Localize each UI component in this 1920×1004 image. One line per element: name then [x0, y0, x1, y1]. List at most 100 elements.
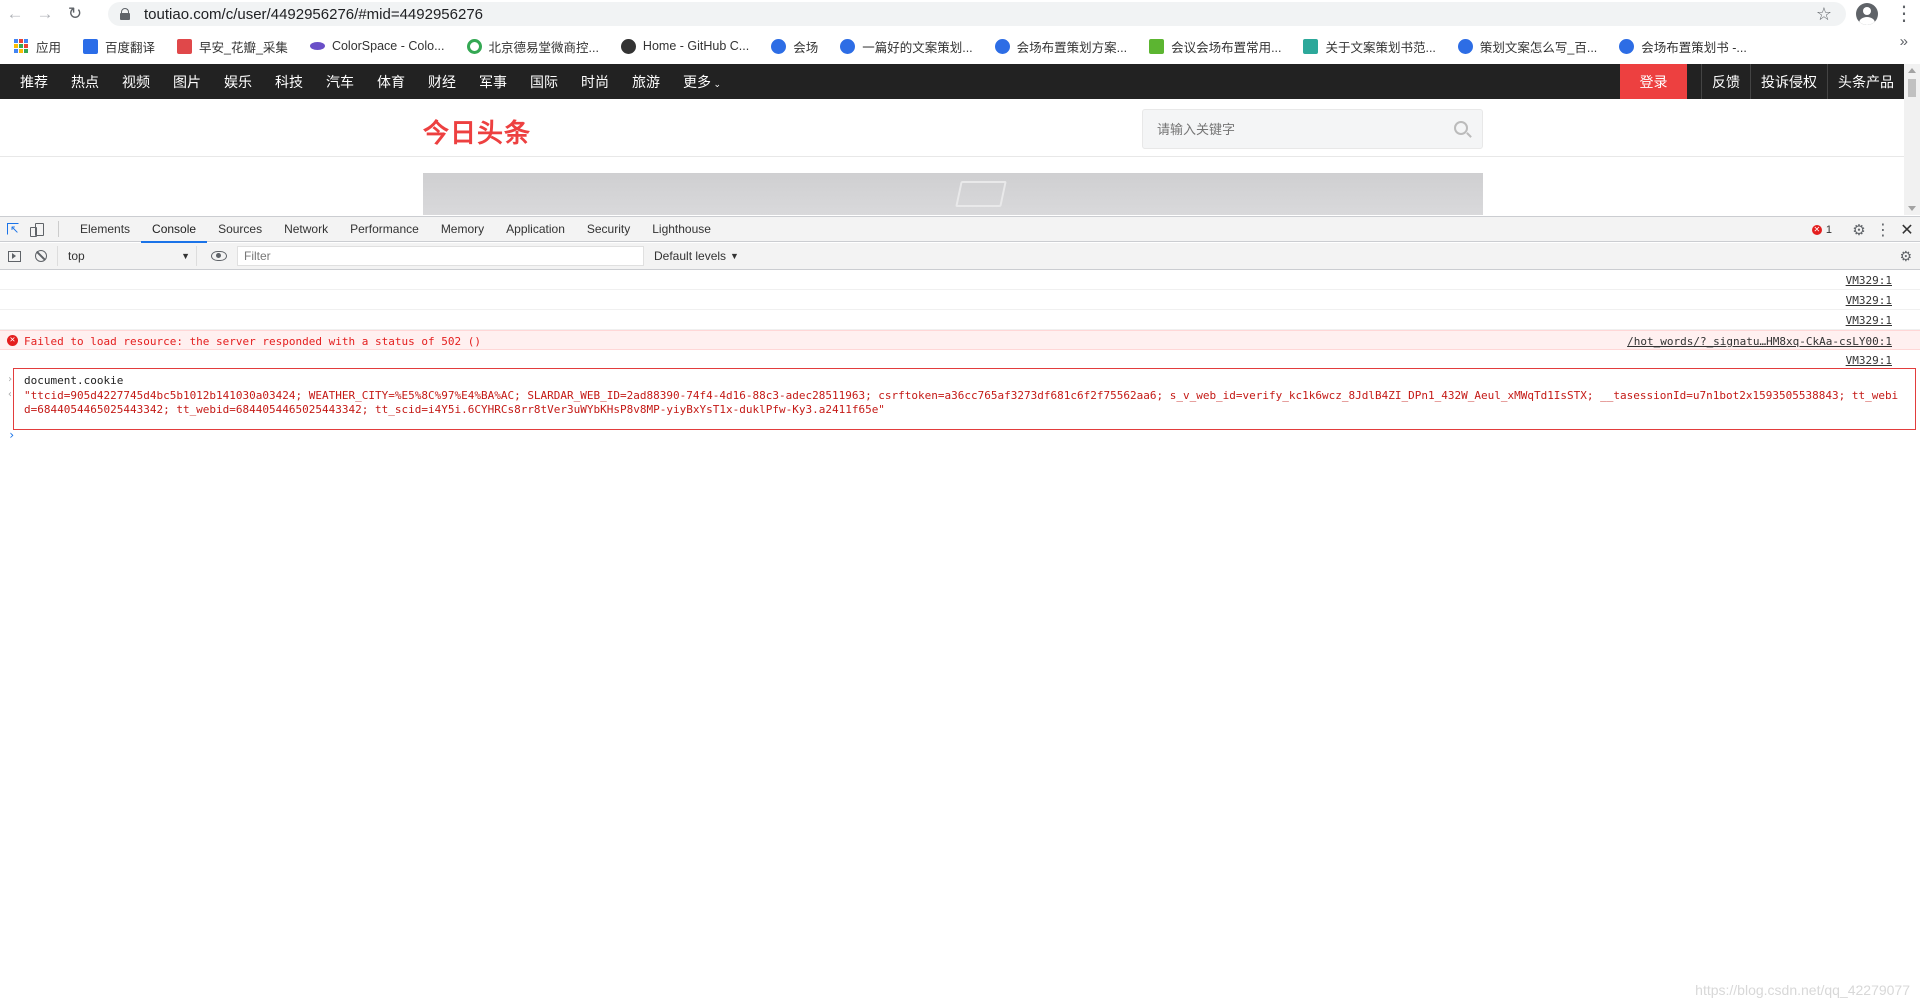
page-scrollbar[interactable] [1904, 64, 1920, 215]
bookmark-item[interactable]: 会场布置策划书 -... [1619, 37, 1747, 56]
dropdown-caret-icon: ▼ [181, 251, 190, 261]
bookmark-favicon-icon [466, 38, 482, 54]
bookmark-item[interactable]: ColorSpace - Colo... [309, 39, 445, 53]
baidu-paw-icon [840, 38, 856, 54]
page-viewport: 推荐 热点 视频 图片 娱乐 科技 汽车 体育 财经 军事 国际 时尚 旅游 更… [0, 64, 1920, 215]
inspect-icon [7, 223, 19, 236]
search-input[interactable] [1143, 110, 1433, 148]
bookmark-item[interactable]: 会议会场布置常用... [1149, 37, 1281, 56]
scrollbar-thumb[interactable] [1908, 79, 1916, 97]
image-placeholder-icon [955, 181, 1007, 207]
bookmarks-overflow-icon[interactable]: » [1900, 33, 1908, 50]
divider [58, 221, 59, 237]
devtools-tabbar: Elements Console Sources Network Perform… [0, 216, 1920, 243]
bookmark-item[interactable]: 百度翻译 [83, 37, 155, 56]
nav-item[interactable]: 图片 [173, 72, 201, 92]
nav-item[interactable]: 汽车 [326, 72, 354, 92]
tab-performance[interactable]: Performance [339, 216, 430, 242]
nav-item[interactable]: 时尚 [581, 72, 609, 92]
source-link[interactable]: VM329:1 [1846, 314, 1892, 327]
live-expression-eye-icon[interactable] [211, 251, 227, 261]
inspect-element-button[interactable] [0, 217, 26, 241]
nav-item[interactable]: 财经 [428, 72, 456, 92]
complaint-link[interactable]: 投诉侵权 [1750, 64, 1827, 99]
console-message-row: VM329:1 [0, 310, 1920, 330]
source-link[interactable]: /hot_words/?_signatu…HM8xq-CkAa-csLY00:1 [1627, 335, 1892, 348]
tab-elements[interactable]: Elements [69, 216, 141, 242]
log-levels-dropdown[interactable]: Default levels ▼ [654, 249, 739, 263]
device-icon [29, 222, 44, 237]
site-search [1142, 109, 1483, 149]
tab-console[interactable]: Console [141, 216, 208, 243]
tab-application[interactable]: Application [495, 216, 576, 242]
bookmark-item[interactable]: 北京德易堂微商控... [466, 37, 599, 56]
output-chevron-icon: ‹ [7, 389, 14, 400]
bookmark-item[interactable]: 关于文案策划书范... [1303, 37, 1436, 56]
tab-lighthouse[interactable]: Lighthouse [641, 216, 722, 242]
console-result: "ttcid=905d4227745d4bc5b1012b141030a0342… [24, 389, 1899, 416]
github-icon [620, 38, 636, 54]
chevron-down-icon: ⌄ [711, 78, 722, 89]
nav-item[interactable]: 体育 [377, 72, 405, 92]
login-button[interactable]: 登录 [1620, 64, 1687, 99]
address-bar[interactable]: toutiao.com/c/user/4492956276/#mid=44929… [108, 2, 1846, 26]
baidu-paw-icon [771, 38, 787, 54]
show-sidebar-icon[interactable] [8, 250, 21, 262]
settings-gear-icon[interactable]: ⚙ [1846, 221, 1872, 239]
url-text: toutiao.com/c/user/4492956276/#mid=44929… [144, 5, 484, 23]
context-selector[interactable]: top ▼ [57, 246, 197, 266]
error-message: Failed to load resource: the server resp… [24, 335, 481, 348]
nav-item[interactable]: 科技 [275, 72, 303, 92]
clear-console-icon[interactable] [35, 250, 47, 262]
bookmark-apps[interactable]: 应用 [14, 37, 61, 56]
close-devtools-icon[interactable]: ✕ [1894, 220, 1920, 240]
site-header: 今日头条 [0, 99, 1904, 157]
back-button[interactable]: ← [0, 0, 30, 28]
console-settings-gear-icon[interactable]: ⚙ [1899, 248, 1912, 265]
browser-menu-icon[interactable]: ⋮ [1894, 2, 1914, 26]
star-icon[interactable]: ☆ [1816, 4, 1832, 25]
nav-item[interactable]: 视频 [122, 72, 150, 92]
scroll-down-icon[interactable] [1908, 206, 1916, 211]
site-logo[interactable]: 今日头条 [423, 113, 531, 150]
bookmark-item[interactable]: Home - GitHub C... [620, 38, 749, 54]
scroll-up-icon[interactable] [1908, 68, 1916, 73]
nav-item[interactable]: 旅游 [632, 72, 660, 92]
nav-item[interactable]: 娱乐 [224, 72, 252, 92]
nav-item-more[interactable]: 更多 ⌄ [683, 72, 721, 92]
bookmark-item[interactable]: 早安_花瓣_采集 [177, 37, 288, 56]
nav-item[interactable]: 热点 [71, 72, 99, 92]
profile-avatar[interactable] [1856, 3, 1878, 25]
bookmark-item[interactable]: 一篇好的文案策划... [840, 37, 973, 56]
forward-button[interactable]: → [30, 0, 60, 28]
nav-item[interactable]: 军事 [479, 72, 507, 92]
error-count-badge[interactable]: ✕ 1 [1811, 224, 1832, 236]
error-icon: ✕ [7, 335, 18, 346]
feedback-link[interactable]: 反馈 [1701, 64, 1750, 99]
reload-icon: ↻ [67, 4, 83, 23]
source-link[interactable]: VM329:1 [1846, 274, 1892, 287]
nav-item[interactable]: 国际 [530, 72, 558, 92]
arrow-left-icon: ← [6, 4, 24, 23]
bookmark-item[interactable]: 策划文案怎么写_百... [1457, 37, 1597, 56]
reload-button[interactable]: ↻ [60, 0, 90, 28]
site-top-nav: 推荐 热点 视频 图片 娱乐 科技 汽车 体育 财经 军事 国际 时尚 旅游 更… [0, 64, 1904, 99]
filter-input[interactable] [237, 246, 644, 266]
search-icon[interactable] [1454, 121, 1468, 135]
bookmark-item[interactable]: 会场 [771, 37, 818, 56]
console-command: document.cookie [24, 374, 124, 387]
browser-toolbar: ← → ↻ toutiao.com/c/user/4492956276/#mid… [0, 0, 1920, 28]
nav-item[interactable]: 推荐 [20, 72, 48, 92]
source-link[interactable]: VM329:1 [1846, 294, 1892, 307]
tab-sources[interactable]: Sources [207, 216, 273, 242]
console-error-row: ✕ Failed to load resource: the server re… [0, 330, 1920, 350]
source-link[interactable]: VM329:1 [1846, 354, 1892, 367]
device-toolbar-button[interactable] [26, 217, 52, 241]
more-options-icon[interactable]: ⋮ [1872, 220, 1894, 240]
products-link[interactable]: 头条产品 [1827, 64, 1904, 99]
tab-memory[interactable]: Memory [430, 216, 495, 242]
tab-network[interactable]: Network [273, 216, 339, 242]
tab-security[interactable]: Security [576, 216, 641, 242]
console-prompt-icon[interactable]: › [8, 428, 15, 442]
bookmark-item[interactable]: 会场布置策划方案... [994, 37, 1127, 56]
